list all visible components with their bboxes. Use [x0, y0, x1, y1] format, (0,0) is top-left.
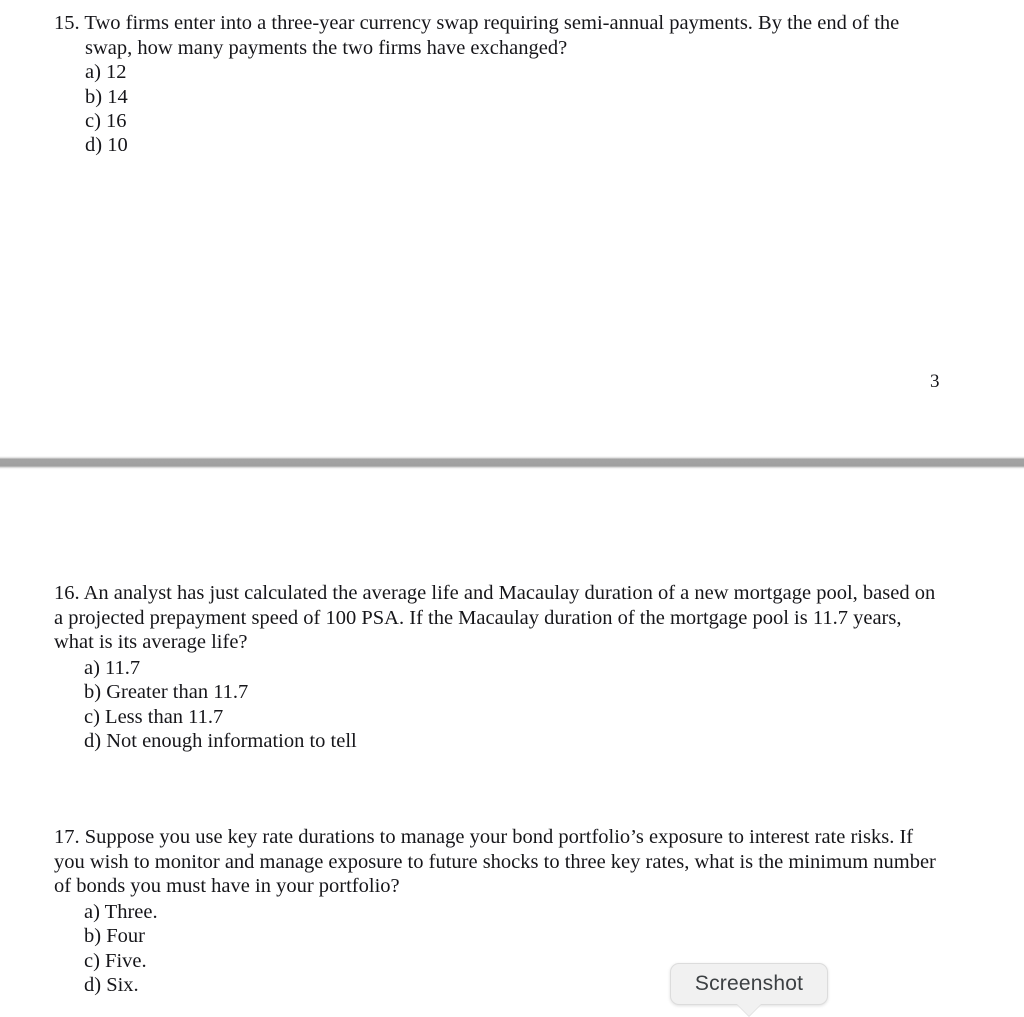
page-separator [0, 456, 1024, 470]
option-16-d[interactable]: d) Not enough information to tell [54, 729, 944, 753]
option-16-a[interactable]: a) 11.7 [54, 656, 944, 680]
question-17-text: 17. Suppose you use key rate durations t… [54, 826, 936, 898]
option-17-b[interactable]: b) Four [54, 924, 946, 948]
page-number: 3 [930, 371, 940, 392]
screenshot-tooltip-label: Screenshot [694, 972, 804, 995]
question-15-options: a) 12 b) 14 c) 16 d) 10 [54, 60, 942, 158]
option-15-b[interactable]: b) 14 [54, 85, 942, 109]
document-page-bottom: 16. An analyst has just calculated the a… [0, 470, 1024, 1016]
question-16-text: 16. An analyst has just calculated the a… [54, 582, 936, 654]
option-16-b[interactable]: b) Greater than 11.7 [54, 680, 944, 704]
question-15-text: 15. Two firms enter into a three-year cu… [54, 12, 900, 59]
option-16-c[interactable]: c) Less than 11.7 [54, 705, 944, 729]
screenshot-tooltip[interactable]: Screenshot [670, 963, 828, 1017]
question-16-options: a) 11.7 b) Greater than 11.7 c) Less tha… [54, 656, 944, 754]
option-15-c[interactable]: c) 16 [54, 109, 942, 133]
option-15-a[interactable]: a) 12 [54, 60, 942, 84]
document-page-top: 15. Two firms enter into a three-year cu… [0, 0, 1024, 458]
question-block-15: 15. Two firms enter into a three-year cu… [54, 11, 942, 158]
tooltip-tail-fill-icon [736, 1003, 762, 1016]
option-17-a[interactable]: a) Three. [54, 900, 946, 924]
question-block-16: 16. An analyst has just calculated the a… [54, 581, 944, 753]
option-15-d[interactable]: d) 10 [54, 133, 942, 157]
